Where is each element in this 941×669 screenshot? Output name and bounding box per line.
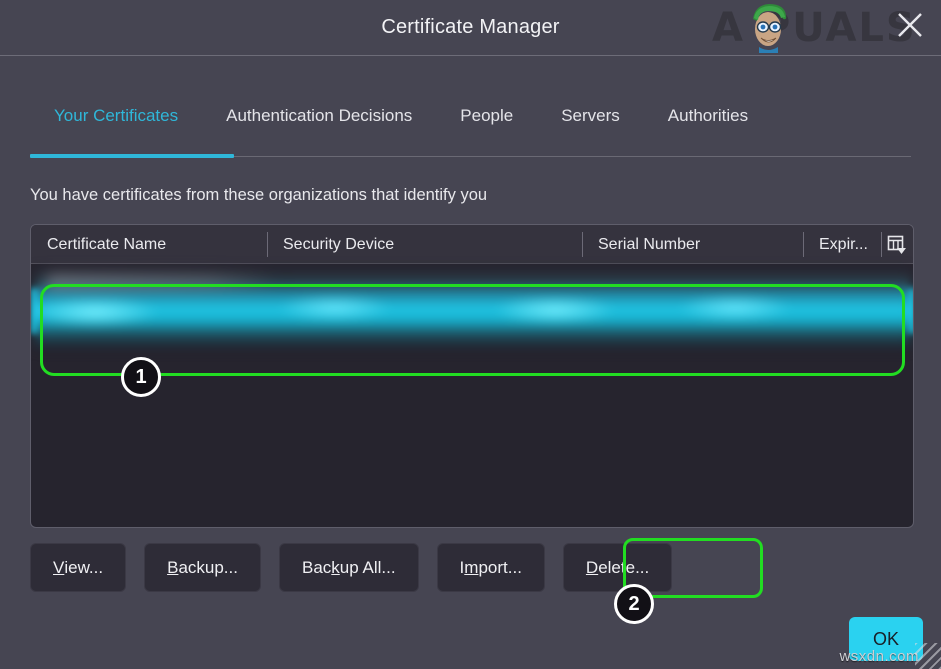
column-header-certificate-name[interactable]: Certificate Name bbox=[31, 225, 267, 264]
view-button[interactable]: View... bbox=[30, 543, 126, 592]
backup-button[interactable]: Backup... bbox=[144, 543, 261, 592]
redacted-certificate-name bbox=[47, 274, 277, 290]
window-title: Certificate Manager bbox=[0, 16, 941, 39]
column-header-serial-number[interactable]: Serial Number bbox=[582, 225, 803, 264]
tab-servers[interactable]: Servers bbox=[537, 106, 644, 140]
delete-button[interactable]: Delete... bbox=[563, 543, 672, 592]
table-row[interactable] bbox=[31, 264, 914, 354]
import-button[interactable]: Import... bbox=[437, 543, 545, 592]
annotation-badge-1: 1 bbox=[121, 357, 161, 397]
table-column-picker-icon[interactable] bbox=[881, 225, 913, 264]
close-icon[interactable] bbox=[893, 8, 927, 42]
panel-description: You have certificates from these organiz… bbox=[30, 186, 487, 205]
certificates-table: Certificate Name Security Device Serial … bbox=[30, 224, 914, 528]
annotation-badge-2: 2 bbox=[614, 584, 654, 624]
tab-active-indicator bbox=[30, 154, 234, 158]
column-header-security-device[interactable]: Security Device bbox=[267, 225, 582, 264]
column-header-expires-on[interactable]: Expir... bbox=[803, 225, 881, 264]
tab-your-certificates[interactable]: Your Certificates bbox=[30, 106, 202, 140]
table-header-row: Certificate Name Security Device Serial … bbox=[31, 225, 913, 264]
redacted-row-content bbox=[35, 268, 911, 350]
action-button-row: View... Backup... Backup All... Import..… bbox=[30, 543, 672, 592]
tab-authorities[interactable]: Authorities bbox=[644, 106, 772, 140]
tab-list: Your Certificates Authentication Decisio… bbox=[30, 106, 772, 140]
ok-button[interactable]: OK bbox=[849, 617, 923, 661]
tab-people[interactable]: People bbox=[436, 106, 537, 140]
backup-all-button[interactable]: Backup All... bbox=[279, 543, 419, 592]
tab-authentication-decisions[interactable]: Authentication Decisions bbox=[202, 106, 436, 140]
title-bar: Certificate Manager A PUALS bbox=[0, 0, 941, 56]
tab-bar: Your Certificates Authentication Decisio… bbox=[0, 56, 941, 159]
